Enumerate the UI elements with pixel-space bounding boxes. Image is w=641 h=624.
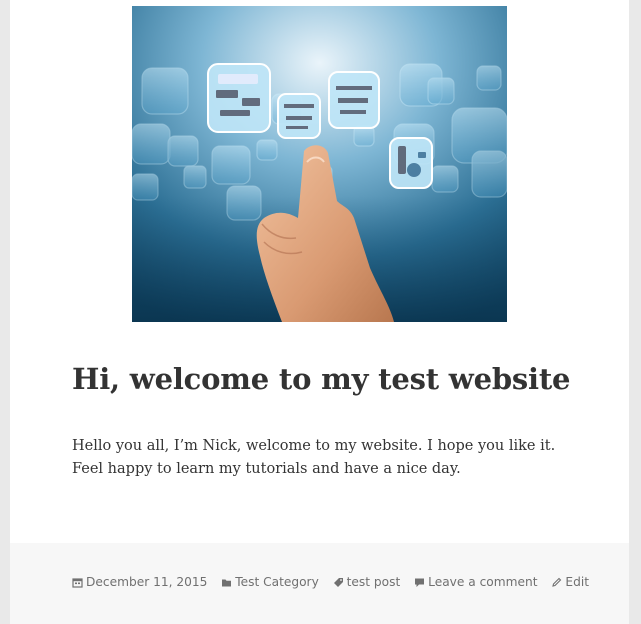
post-category-link[interactable]: Test Category xyxy=(221,575,319,589)
featured-image-graphic xyxy=(132,6,507,322)
post-title[interactable]: Hi, welcome to my test website xyxy=(72,362,570,396)
post-body: Hello you all, I’m Nick, welcome to my w… xyxy=(72,438,556,477)
entry-footer: December 11, 2015 Test Category test pos… xyxy=(10,543,629,624)
post-tag-link[interactable]: test post xyxy=(333,575,401,589)
post-edit: Edit xyxy=(565,575,589,589)
post-comment-link[interactable]: Leave a comment xyxy=(414,575,538,589)
post-meta: December 11, 2015 Test Category test pos… xyxy=(72,575,609,591)
post-comment: Leave a comment xyxy=(428,575,538,589)
post-edit-link[interactable]: Edit xyxy=(551,575,589,589)
folder-icon xyxy=(221,577,232,588)
calendar-icon xyxy=(72,577,83,588)
featured-image[interactable] xyxy=(132,6,507,322)
comment-bubble-icon xyxy=(414,577,425,588)
post-category: Test Category xyxy=(235,575,319,589)
post-date-link[interactable]: December 11, 2015 xyxy=(72,575,207,589)
post-date: December 11, 2015 xyxy=(86,575,208,589)
post-tag: test post xyxy=(346,575,401,589)
pencil-icon xyxy=(551,577,562,588)
tag-icon xyxy=(333,577,344,588)
post-card: Hi, welcome to my test website Hello you… xyxy=(10,0,629,624)
